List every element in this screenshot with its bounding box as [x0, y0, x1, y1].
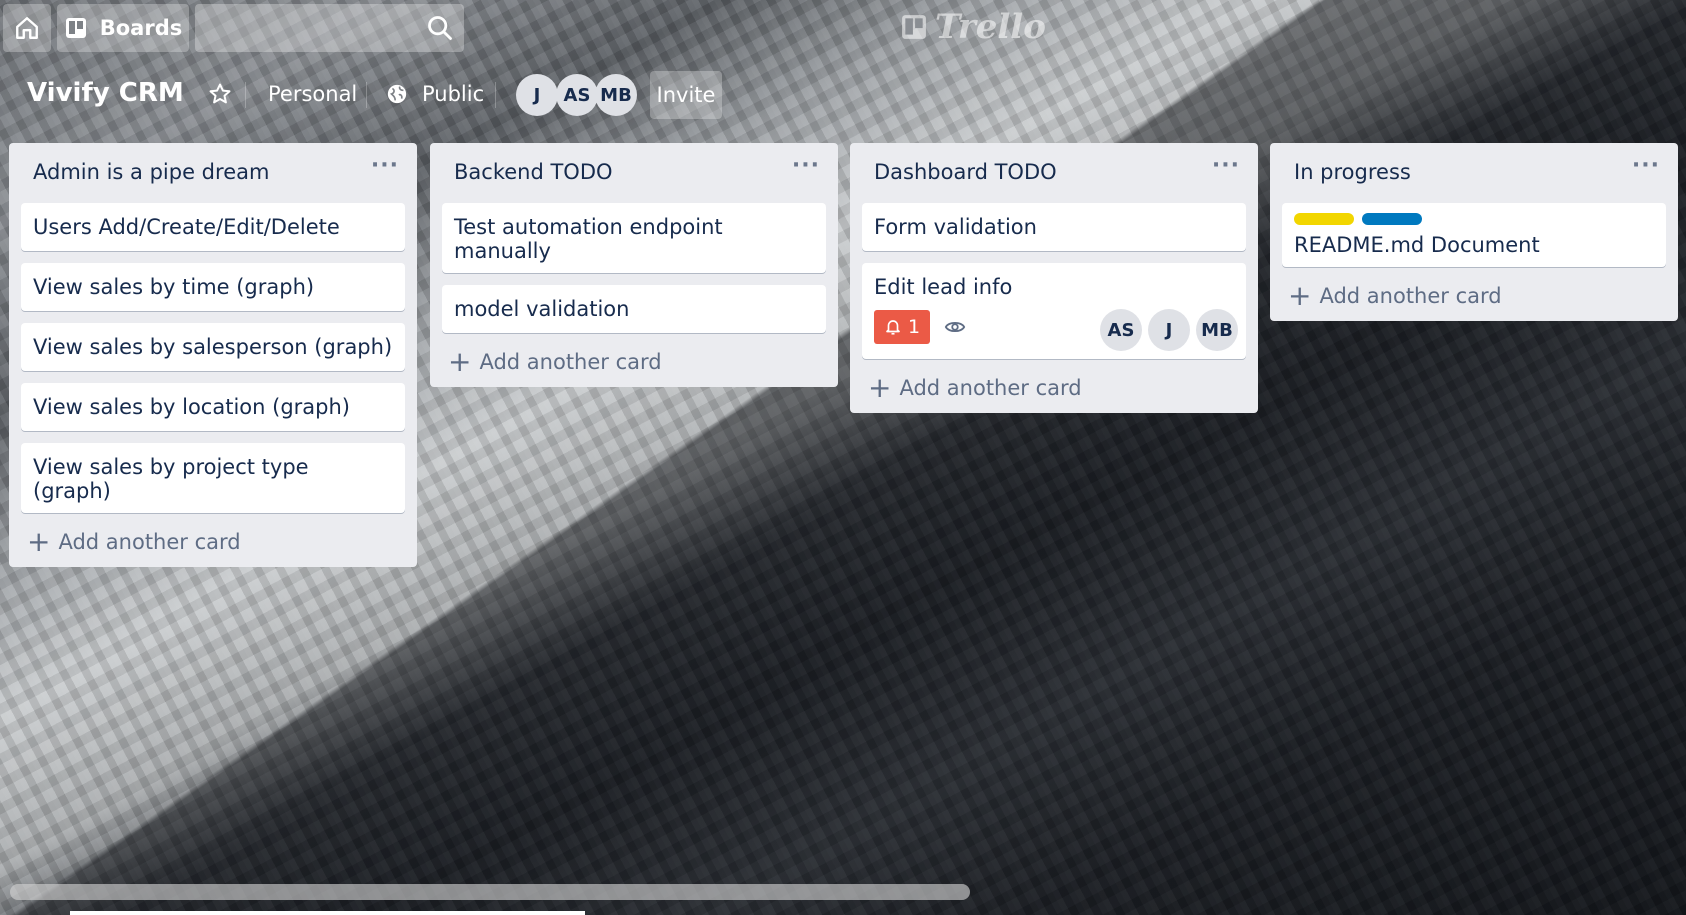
star-button[interactable] — [204, 76, 236, 112]
logo-text: Trello — [935, 7, 1046, 47]
visibility-button[interactable]: Public — [376, 72, 494, 116]
list-header[interactable]: Dashboard TODO ··· — [850, 143, 1258, 203]
horizontal-scrollbar[interactable] — [10, 884, 970, 900]
home-icon — [16, 17, 38, 39]
list-title[interactable]: Dashboard TODO — [874, 160, 1057, 184]
list-header[interactable]: Backend TODO ··· — [430, 143, 838, 203]
card[interactable]: README.md Document — [1282, 203, 1666, 267]
avatar[interactable]: MB — [595, 74, 637, 116]
notification-count: 1 — [908, 316, 921, 338]
card[interactable]: Edit lead info 1 AS J MB — [862, 263, 1246, 359]
notification-badge[interactable]: 1 — [874, 310, 931, 344]
board-title[interactable]: Vivify CRM — [27, 78, 184, 108]
list-header[interactable]: Admin is a pipe dream ··· — [9, 143, 417, 203]
card[interactable]: model validation — [442, 285, 826, 333]
list-admin: Admin is a pipe dream ··· Users Add/Crea… — [9, 143, 417, 567]
card-title: View sales by project type (graph) — [33, 455, 309, 503]
scrollbar-thumb[interactable] — [10, 884, 970, 900]
card[interactable]: View sales by location (graph) — [21, 383, 405, 431]
header-divider — [245, 82, 246, 108]
card-title: Form validation — [874, 215, 1037, 239]
add-card-label: Add another card — [479, 350, 662, 374]
list-dashboard: Dashboard TODO ··· Form validation Edit … — [850, 143, 1258, 413]
list-header[interactable]: In progress ··· — [1270, 143, 1678, 203]
card[interactable]: View sales by salesperson (graph) — [21, 323, 405, 371]
list-menu-button[interactable]: ··· — [371, 153, 399, 178]
personal-button[interactable]: Personal — [254, 72, 371, 116]
globe-icon — [387, 84, 407, 104]
add-card-label: Add another card — [899, 376, 1082, 400]
list-title[interactable]: Admin is a pipe dream — [33, 160, 269, 184]
plus-icon: + — [27, 525, 51, 558]
plus-icon: + — [1288, 279, 1312, 312]
top-nav: Boards Trello — [0, 0, 1686, 56]
card-title: Test automation endpoint manually — [454, 215, 723, 263]
card-title: Users Add/Create/Edit/Delete — [33, 215, 340, 239]
list-in-progress: In progress ··· README.md Document + Add… — [1270, 143, 1678, 321]
card-title: model validation — [454, 297, 630, 321]
card[interactable]: View sales by project type (graph) — [21, 443, 405, 513]
visibility-label: Public — [422, 82, 485, 106]
avatar[interactable]: AS — [1100, 309, 1142, 351]
trello-logo[interactable]: Trello — [901, 7, 1046, 47]
plus-icon: + — [868, 371, 892, 404]
bell-icon — [886, 320, 900, 335]
boards-button[interactable]: Boards — [57, 4, 189, 52]
header-divider — [366, 82, 367, 108]
eye-icon — [944, 321, 966, 333]
card-labels — [1294, 213, 1654, 225]
add-card-button[interactable]: + Add another card — [1270, 271, 1678, 321]
card[interactable]: View sales by time (graph) — [21, 263, 405, 311]
card-title: View sales by time (graph) — [33, 275, 315, 299]
trello-logo-icon — [902, 15, 926, 39]
plus-icon: + — [448, 345, 472, 378]
search-input[interactable] — [195, 4, 464, 52]
avatar[interactable]: MB — [1196, 309, 1238, 351]
avatar[interactable]: J — [1148, 309, 1190, 351]
list-menu-button[interactable]: ··· — [1212, 153, 1240, 178]
search-icon — [428, 16, 452, 40]
boards-icon — [65, 18, 86, 38]
add-card-button[interactable]: + Add another card — [9, 517, 417, 567]
add-card-button[interactable]: + Add another card — [850, 363, 1258, 413]
add-card-label: Add another card — [1319, 284, 1502, 308]
home-button[interactable] — [3, 4, 51, 52]
list-menu-button[interactable]: ··· — [1632, 153, 1660, 178]
header-divider — [495, 82, 496, 108]
list-menu-button[interactable]: ··· — [792, 153, 820, 178]
card[interactable]: Test automation endpoint manually — [442, 203, 826, 273]
label-blue[interactable] — [1362, 213, 1422, 225]
star-icon — [209, 83, 231, 104]
card[interactable]: Users Add/Create/Edit/Delete — [21, 203, 405, 251]
list-backend: Backend TODO ··· Test automation endpoin… — [430, 143, 838, 387]
list-title[interactable]: Backend TODO — [454, 160, 613, 184]
label-yellow[interactable] — [1294, 213, 1354, 225]
invite-button[interactable]: Invite — [650, 71, 722, 119]
board-header: Vivify CRM Personal Public J AS MB Invit… — [0, 68, 1686, 122]
card[interactable]: Form validation — [862, 203, 1246, 251]
card-title: View sales by location (graph) — [33, 395, 350, 419]
bottom-indicator — [70, 911, 585, 915]
boards-label: Boards — [99, 16, 183, 40]
add-card-label: Add another card — [58, 530, 241, 554]
card-members: AS J MB — [1100, 309, 1238, 351]
avatar[interactable]: J — [516, 74, 558, 116]
avatar[interactable]: AS — [556, 74, 598, 116]
list-title[interactable]: In progress — [1294, 160, 1411, 184]
card-title: Edit lead info — [874, 275, 1013, 299]
add-card-button[interactable]: + Add another card — [430, 337, 838, 387]
card-title: View sales by salesperson (graph) — [33, 335, 393, 359]
card-title: README.md Document — [1294, 233, 1540, 257]
